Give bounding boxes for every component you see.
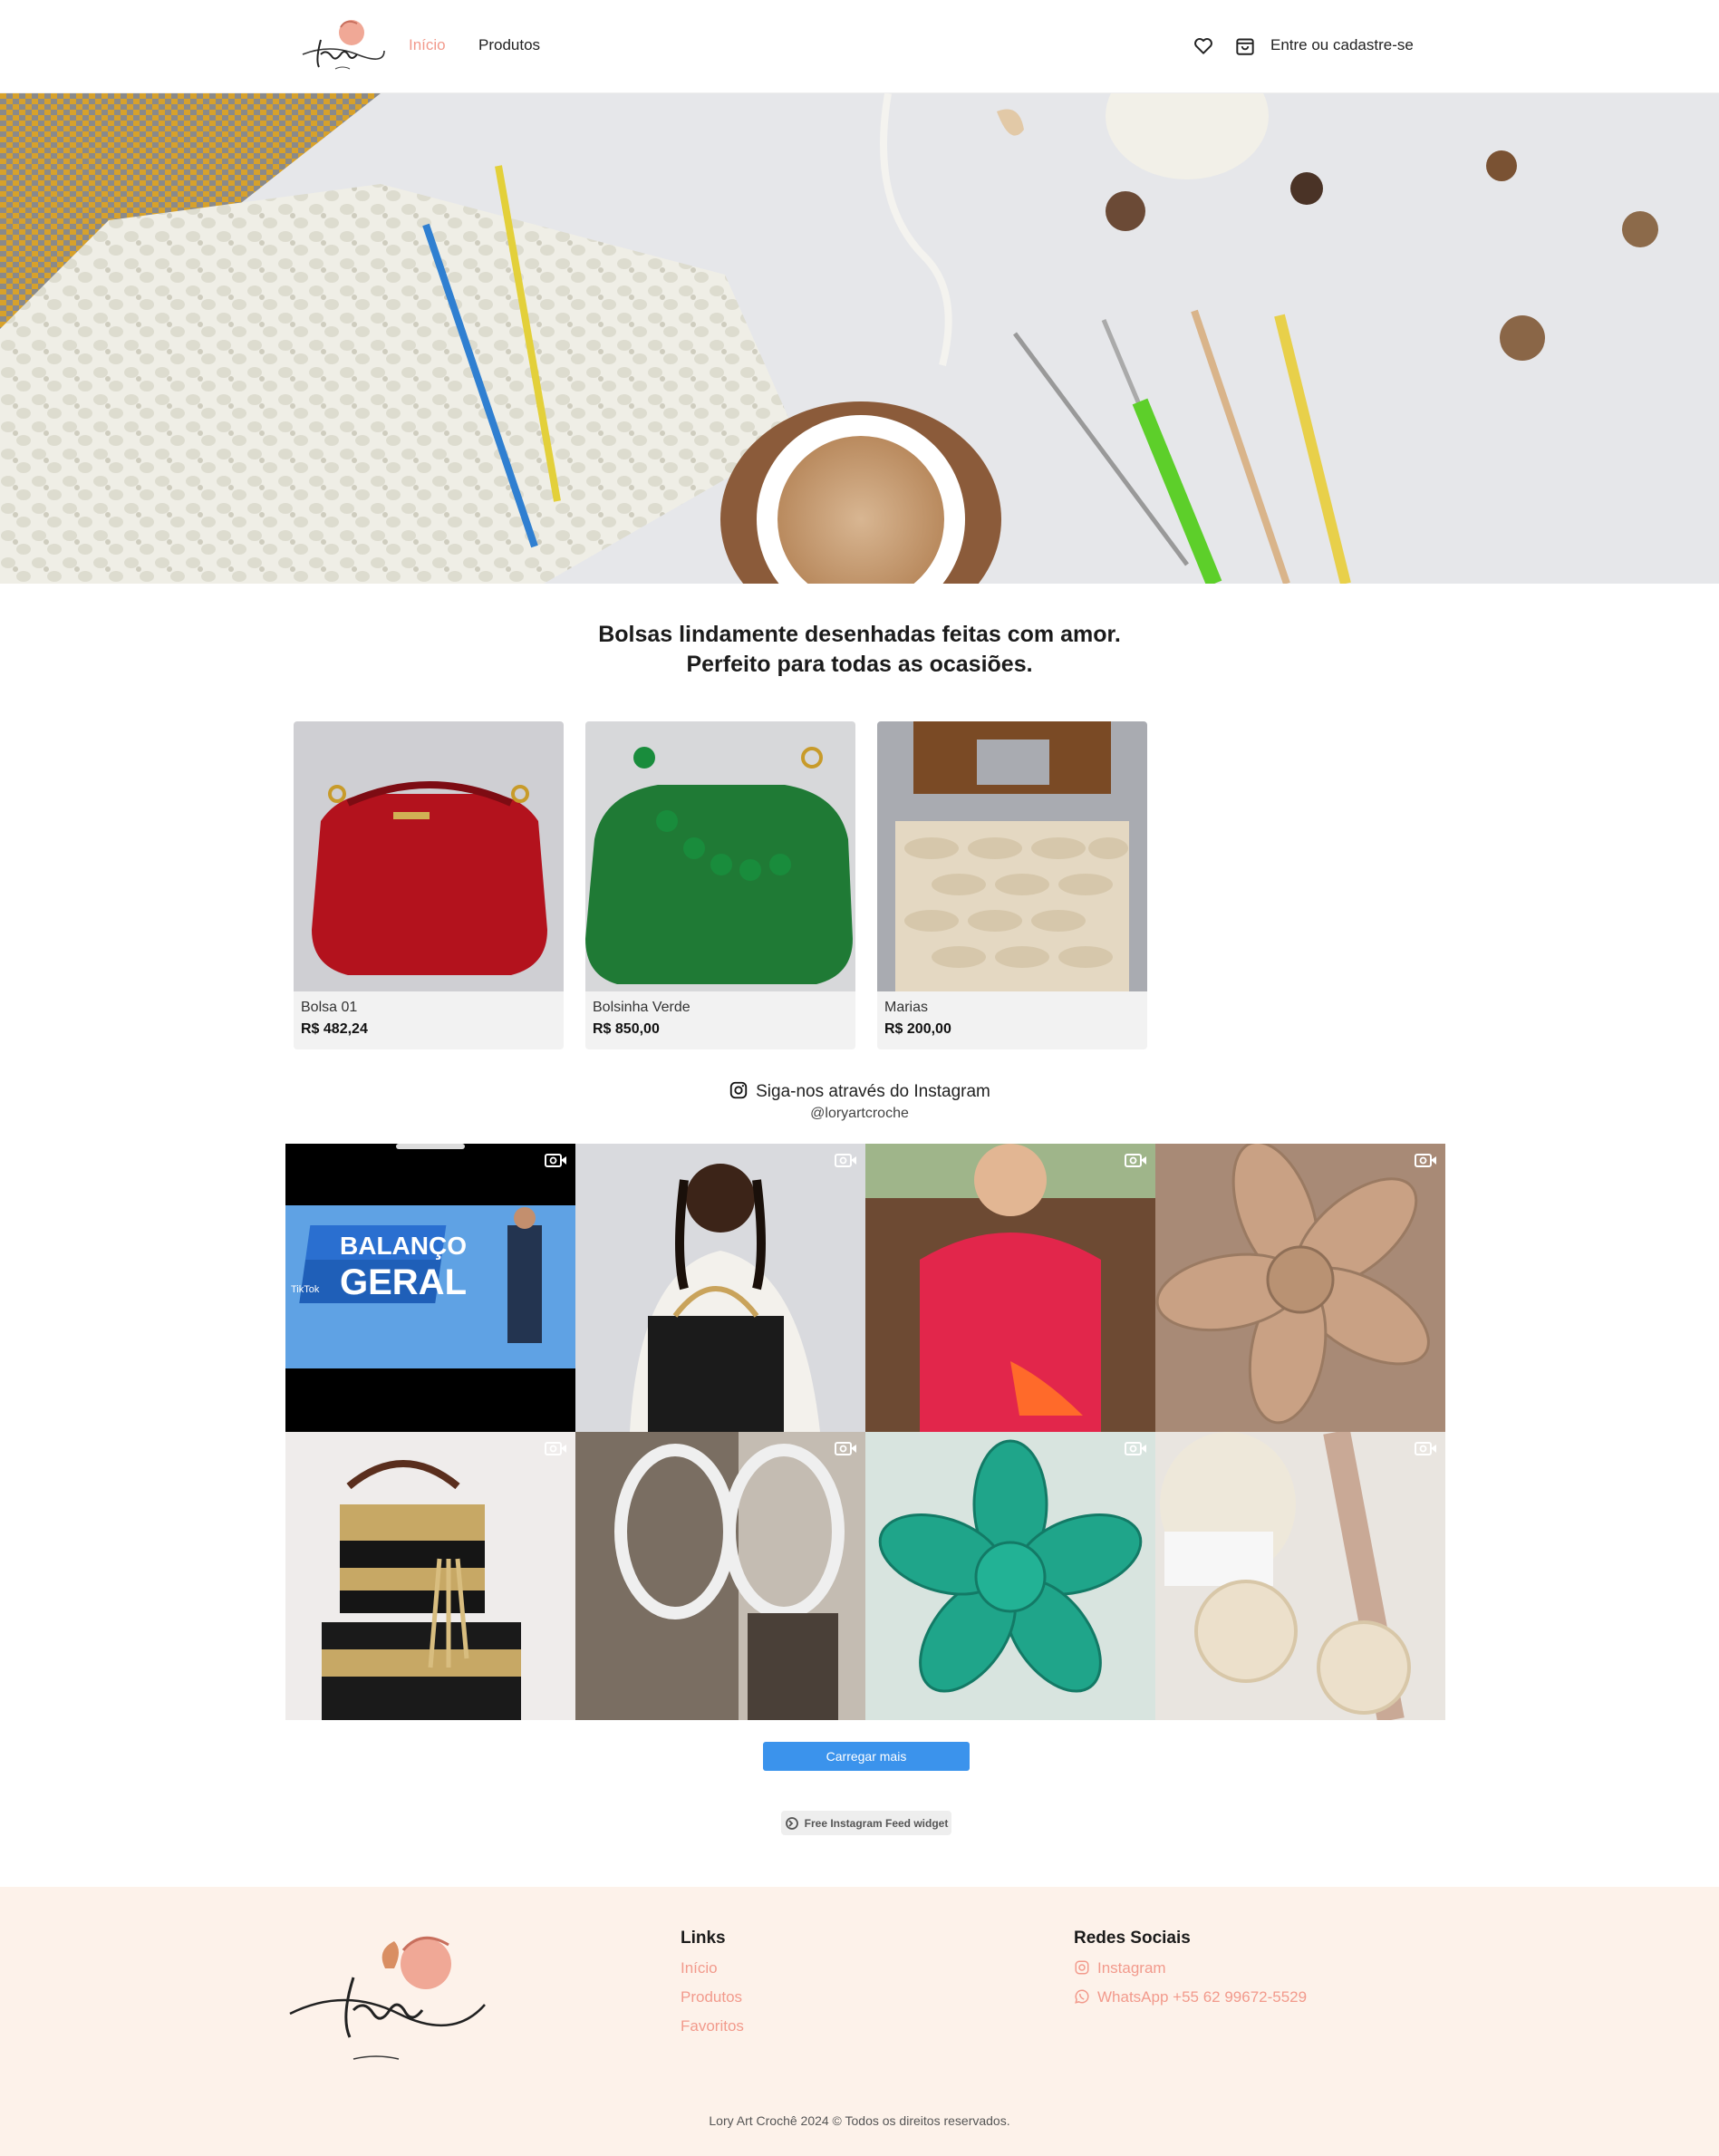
tagline-line1: Bolsas lindamente desenhadas feitas com …	[598, 622, 1121, 647]
instagram-handle[interactable]: @loryartcroche	[0, 1106, 1719, 1122]
instagram-feed-grid: BALANÇO GERAL TikTok	[285, 1144, 1445, 1720]
widget-logo-icon	[785, 1816, 798, 1830]
hero-image	[0, 93, 1719, 584]
video-camera-icon	[835, 1442, 856, 1455]
product-image[interactable]	[877, 721, 1147, 991]
widget-badge-label[interactable]: Free Instagram Feed widget	[805, 1817, 949, 1830]
product-image[interactable]	[294, 721, 564, 991]
product-price: R$ 200,00	[884, 1021, 951, 1037]
footer-link-inicio[interactable]: Início	[681, 1959, 718, 1977]
product-card[interactable]: Bolsa 01 R$ 482,24	[294, 721, 564, 1049]
video-camera-icon	[545, 1154, 566, 1167]
product-card[interactable]: Marias R$ 200,00	[877, 721, 1147, 1049]
instagram-icon	[1075, 1960, 1089, 1975]
footer-link-produtos[interactable]: Produtos	[681, 1988, 742, 2006]
video-headline1: BALANÇO	[340, 1232, 467, 1260]
footer-link-favoritos[interactable]: Favoritos	[681, 2017, 744, 2035]
footer-links-title: Links	[681, 1929, 726, 1948]
heart-icon[interactable]	[1192, 34, 1215, 57]
instagram-section-title: Siga-nos através do Instagram	[0, 1080, 1719, 1102]
video-camera-icon	[1125, 1154, 1146, 1167]
instagram-post[interactable]	[1155, 1432, 1445, 1720]
product-image[interactable]	[585, 721, 855, 991]
tagline-line2: Perfeito para todas as ocasiões.	[686, 652, 1033, 677]
site-footer: Links Início Produtos Favoritos Redes So…	[0, 1887, 1719, 2156]
nav-inicio[interactable]: Início	[409, 36, 446, 54]
footer-instagram-link[interactable]: Instagram	[1074, 1959, 1166, 1977]
instagram-post[interactable]: BALANÇO GERAL TikTok	[285, 1144, 575, 1432]
video-camera-icon	[545, 1442, 566, 1455]
tagline: Bolsas lindamente desenhadas feitas com …	[0, 620, 1719, 680]
instagram-post[interactable]	[865, 1144, 1155, 1432]
product-card[interactable]: Bolsinha Verde R$ 850,00	[585, 721, 855, 1049]
video-headline2: GERAL	[340, 1262, 467, 1302]
shopping-bag-icon[interactable]	[1233, 34, 1257, 57]
instagram-post[interactable]	[865, 1432, 1155, 1720]
footer-whatsapp-link[interactable]: WhatsApp +55 62 99672-5529	[1074, 1988, 1307, 2006]
footer-whatsapp-label[interactable]: WhatsApp +55 62 99672-5529	[1097, 1988, 1307, 2006]
footer-brand-logo	[289, 1936, 486, 2060]
login-link[interactable]: Entre ou cadastre-se	[1270, 36, 1414, 54]
product-name[interactable]: Bolsinha Verde	[593, 1000, 690, 1016]
hero-banner	[0, 93, 1719, 584]
brand-logo[interactable]	[295, 13, 390, 80]
instagram-title-text: Siga-nos através do Instagram	[756, 1082, 990, 1101]
instagram-post[interactable]	[1155, 1144, 1445, 1432]
footer-social-title: Redes Sociais	[1074, 1929, 1191, 1948]
load-more-button[interactable]: Carregar mais	[763, 1742, 970, 1771]
product-price: R$ 482,24	[301, 1021, 368, 1037]
instagram-post[interactable]	[285, 1432, 575, 1720]
video-overlay: TikTok	[291, 1284, 320, 1295]
footer-instagram-label[interactable]: Instagram	[1097, 1959, 1166, 1977]
video-camera-icon	[1415, 1154, 1436, 1167]
video-camera-icon	[1415, 1442, 1436, 1455]
video-camera-icon	[835, 1154, 856, 1167]
whatsapp-icon	[1075, 1989, 1089, 2004]
nav-produtos[interactable]: Produtos	[478, 36, 540, 54]
product-name[interactable]: Bolsa 01	[301, 1000, 357, 1016]
copyright: Lory Art Crochê 2024 © Todos os direitos…	[709, 2113, 1010, 2128]
video-camera-icon	[1125, 1442, 1146, 1455]
instagram-widget-badge[interactable]: Free Instagram Feed widget	[781, 1811, 951, 1835]
product-name[interactable]: Marias	[884, 1000, 928, 1016]
product-price: R$ 850,00	[593, 1021, 660, 1037]
site-header: Início Produtos Entre ou cadastre-se	[0, 0, 1719, 93]
instagram-post[interactable]	[575, 1144, 865, 1432]
instagram-post[interactable]	[575, 1432, 865, 1720]
instagram-icon	[729, 1081, 748, 1099]
